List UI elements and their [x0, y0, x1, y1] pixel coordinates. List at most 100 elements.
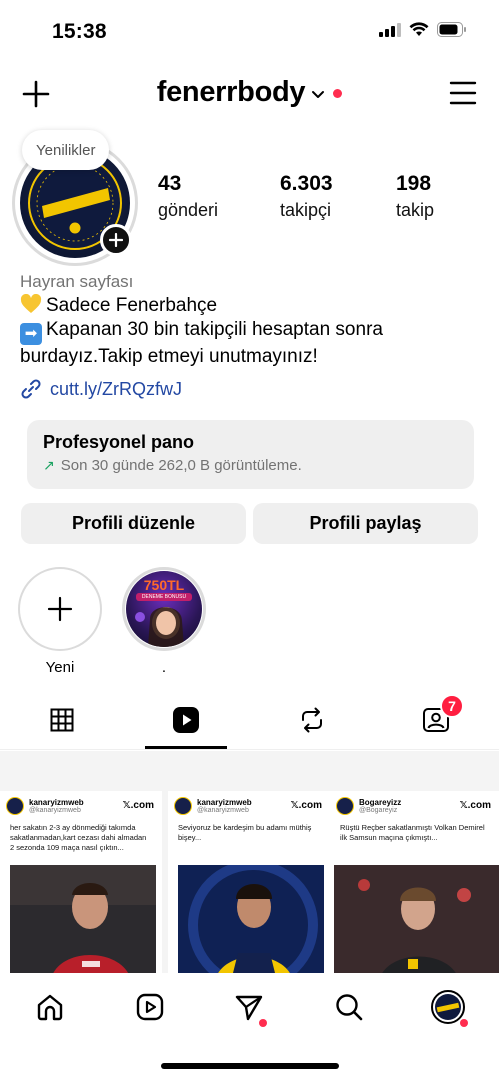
- highlight-item[interactable]: 750TL DENEME BONUSU .: [122, 567, 206, 676]
- bio-link-text: cutt.ly/ZrRQzfwJ: [50, 378, 183, 399]
- post-avatar: [174, 797, 192, 815]
- reels-icon: [173, 707, 199, 733]
- post-header: kanaryizmweb @kanaryizmweb 𝕏.com: [168, 791, 330, 821]
- plus-icon: [47, 596, 73, 622]
- player-photo: [10, 865, 156, 973]
- stat-posts[interactable]: 43 gönderi: [158, 172, 218, 221]
- post-author: kanaryizmweb: [197, 797, 252, 807]
- stat-value: 6.303: [280, 172, 333, 195]
- grid-item[interactable]: kanaryizmweb @kanaryizmweb 𝕏.com her sak…: [0, 791, 162, 973]
- post-avatar: [6, 797, 24, 815]
- edit-profile-button[interactable]: Profili düzenle: [21, 503, 246, 544]
- dashboard-subtitle: ↗ Son 30 günde 262,0 B görüntüleme.: [43, 457, 458, 474]
- post-text: Rüştü Reçber sakatlanmıştı Volkan Demire…: [340, 823, 485, 842]
- tab-tagged[interactable]: 7: [394, 690, 478, 750]
- chevron-down-icon: [312, 90, 325, 98]
- reels-icon: [136, 993, 164, 1021]
- stat-label: takipçi: [280, 200, 332, 220]
- status-time: 15:38: [52, 20, 107, 43]
- bio-link[interactable]: cutt.ly/ZrRQzfwJ: [20, 378, 182, 400]
- stat-following[interactable]: 198 takip: [396, 172, 434, 221]
- link-icon: [21, 379, 41, 399]
- post-text: her sakatın 2-3 ay dönmediği takımda sak…: [10, 823, 147, 852]
- share-profile-button[interactable]: Profili paylaş: [253, 503, 478, 544]
- highlight-circle: 750TL DENEME BONUSU: [122, 567, 206, 651]
- home-indicator: [161, 1063, 339, 1069]
- profile-username: fenerrbody: [156, 76, 306, 108]
- menu-icon[interactable]: [449, 80, 477, 106]
- post-header: Bogareyizz @Bogareyiz 𝕏.com: [330, 791, 499, 821]
- wifi-icon: [409, 22, 429, 36]
- tab-reels[interactable]: [144, 690, 228, 750]
- battery-icon: [437, 22, 466, 37]
- dashboard-title: Profesyonel pano: [43, 432, 195, 452]
- notification-dot: [259, 1019, 267, 1027]
- dashboard-stat-text: Son 30 günde 262,0 B görüntüleme.: [60, 457, 302, 474]
- post-handle: @kanaryizmweb: [197, 806, 249, 814]
- x-logo: 𝕏.com: [290, 800, 322, 811]
- x-logo: 𝕏.com: [122, 800, 154, 811]
- post-handle: @kanaryizmweb: [29, 806, 81, 814]
- grid-item[interactable]: Bogareyizz @Bogareyiz 𝕏.com Rüştü Reçber…: [330, 791, 499, 973]
- status-bar: 15:38: [0, 0, 499, 62]
- notification-dot: [333, 89, 343, 98]
- plus-icon: [109, 233, 123, 247]
- post-author: Bogareyizz: [359, 797, 402, 807]
- highlight-label: Yeni: [45, 659, 75, 676]
- x-logo: 𝕏.com: [459, 800, 491, 811]
- highlight-thumbnail: 750TL DENEME BONUSU: [126, 571, 202, 647]
- right-arrow-icon: ➡: [20, 323, 42, 345]
- bio-text: Kapanan 30 bin takipçili hesaptan sonra: [46, 319, 383, 340]
- nav-home[interactable]: [32, 989, 68, 1025]
- stat-followers[interactable]: 6.303 takipçi: [280, 172, 333, 221]
- story-highlights: Yeni 750TL DENEME BONUSU .: [18, 567, 478, 677]
- post-image: [178, 865, 324, 973]
- send-icon: [235, 995, 263, 1021]
- top-nav: fenerrbody: [0, 70, 499, 118]
- post-avatar: [336, 797, 354, 815]
- account-switcher[interactable]: fenerrbody: [0, 76, 499, 109]
- nav-profile[interactable]: [430, 989, 468, 1027]
- post-image: [10, 865, 156, 973]
- stat-value: 43: [158, 172, 182, 195]
- status-icons: [379, 22, 467, 37]
- trend-up-icon: ↗: [43, 457, 55, 473]
- post-handle: @Bogareyiz: [359, 806, 398, 814]
- search-icon: [336, 994, 363, 1021]
- profile-bio: Hayran sayfası Sadece Fenerbahçe ➡ Kapana…: [20, 272, 480, 369]
- bio-line: ➡ Kapanan 30 bin takipçili hesaptan sonra: [20, 318, 480, 345]
- cellular-signal-icon: [379, 22, 401, 37]
- bio-category: Hayran sayfası: [20, 272, 134, 291]
- player-photo: [178, 865, 324, 973]
- repost-icon: [302, 707, 322, 733]
- reels-grid: kanaryizmweb @kanaryizmweb 𝕏.com her sak…: [0, 751, 499, 973]
- professional-dashboard[interactable]: Profesyonel pano ↗ Son 30 günde 262,0 B …: [27, 420, 474, 489]
- tagged-count-badge: 7: [440, 694, 464, 718]
- grid-icon: [50, 708, 74, 732]
- profile-avatar-small: [431, 990, 465, 1024]
- bio-text: Sadece Fenerbahçe: [46, 295, 218, 316]
- post-image: [334, 865, 499, 973]
- add-story-button[interactable]: [100, 224, 132, 256]
- bottom-nav: [0, 973, 499, 1041]
- post-text: Seviyoruz be kardeşim bu adamı müthiş bi…: [178, 823, 312, 842]
- highlight-person-image: [135, 607, 184, 647]
- notification-dot: [460, 1019, 468, 1027]
- stat-label: gönderi: [158, 200, 219, 220]
- note-bubble[interactable]: Yenilikler: [22, 130, 110, 170]
- active-tab-indicator: [145, 746, 227, 749]
- tab-posts-grid[interactable]: [20, 690, 104, 750]
- grid-item[interactable]: kanaryizmweb @kanaryizmweb 𝕏.com Seviyor…: [168, 791, 330, 973]
- profile-stats: 43 gönderi 6.303 takipçi 198 takip: [158, 172, 458, 228]
- player-photo: [334, 865, 499, 973]
- yellow-heart-icon: [20, 294, 42, 313]
- nav-messages[interactable]: [231, 989, 267, 1027]
- tab-reposts[interactable]: [270, 690, 354, 750]
- post-header: kanaryizmweb @kanaryizmweb 𝕏.com: [0, 791, 162, 821]
- highlight-new[interactable]: Yeni: [18, 567, 102, 676]
- nav-search[interactable]: [331, 989, 367, 1025]
- bio-line: burdayız.Takip etmeyi unutmayınız!: [20, 346, 318, 367]
- stat-label: takip: [396, 200, 435, 220]
- nav-reels[interactable]: [132, 989, 168, 1025]
- bio-line: Sadece Fenerbahçe: [20, 294, 480, 318]
